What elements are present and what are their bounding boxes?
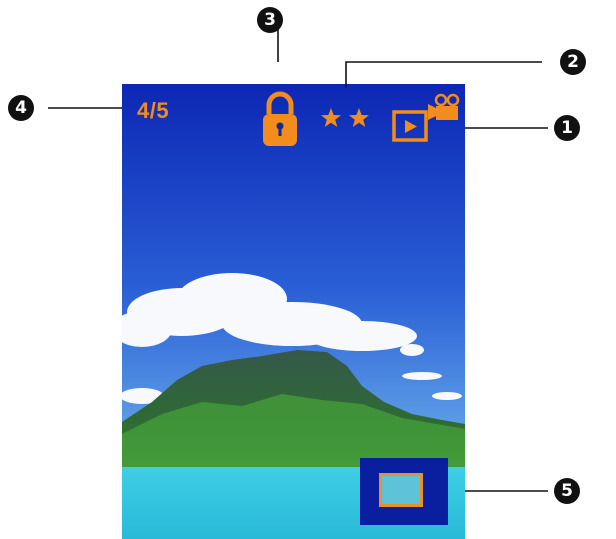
callout-badge-5: 5 (554, 478, 580, 504)
callout-badge-4: 4 (8, 95, 34, 121)
callout-lines (48, 28, 548, 492)
callout-badge-2: 2 (560, 49, 586, 75)
callout-badge-3: 3 (257, 7, 283, 33)
callout-badge-1: 1 (554, 115, 580, 141)
